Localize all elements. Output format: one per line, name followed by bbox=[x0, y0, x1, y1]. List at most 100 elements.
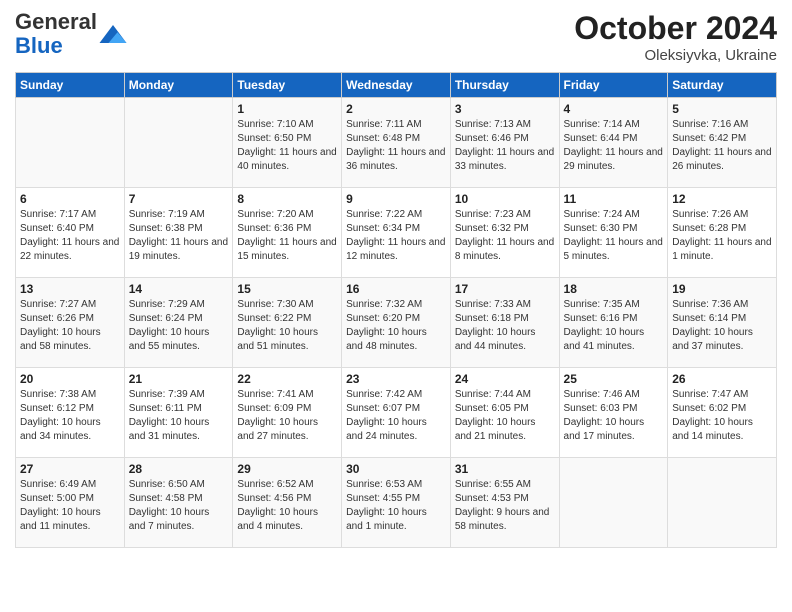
cell-content: Sunrise: 7:32 AM Sunset: 6:20 PM Dayligh… bbox=[346, 298, 446, 354]
cell-content: Sunrise: 7:47 AM Sunset: 6:02 PM Dayligh… bbox=[672, 388, 772, 444]
cell-content: Sunrise: 6:53 AM Sunset: 4:55 PM Dayligh… bbox=[346, 478, 446, 534]
calendar-cell: 11Sunrise: 7:24 AM Sunset: 6:30 PM Dayli… bbox=[559, 188, 668, 278]
calendar-cell: 5Sunrise: 7:16 AM Sunset: 6:42 PM Daylig… bbox=[668, 98, 777, 188]
calendar-cell: 14 Sunrise: 7:29 AM Sunset: 6:24 PM Dayli… bbox=[124, 278, 233, 368]
day-number: 12 bbox=[672, 192, 772, 206]
day-number: 14 bbox=[129, 282, 229, 296]
calendar-cell: 21Sunrise: 7:39 AM Sunset: 6:11 PM Dayli… bbox=[124, 368, 233, 458]
calendar-week-row: 1 Sunrise: 7:10 AM Sunset: 6:50 PM Daylig… bbox=[16, 98, 777, 188]
column-header-monday: Monday bbox=[124, 73, 233, 98]
day-number: 9 bbox=[346, 192, 446, 206]
cell-content: Sunrise: 7:38 AM Sunset: 6:12 PM Dayligh… bbox=[20, 388, 120, 444]
calendar-cell: 23 Sunrise: 7:42 AM Sunset: 6:07 PM Dayli… bbox=[342, 368, 451, 458]
cell-content: Sunrise: 7:35 AM Sunset: 6:16 PM Dayligh… bbox=[564, 298, 664, 354]
cell-content: Sunrise: 7:19 AM Sunset: 6:38 PM Dayligh… bbox=[129, 208, 229, 264]
day-number: 17 bbox=[455, 282, 555, 296]
calendar-cell: 18 Sunrise: 7:35 AM Sunset: 6:16 PM Dayli… bbox=[559, 278, 668, 368]
day-number: 4 bbox=[564, 102, 664, 116]
cell-content: Sunrise: 6:50 AM Sunset: 4:58 PM Dayligh… bbox=[129, 478, 229, 534]
cell-content: Sunrise: 7:13 AM Sunset: 6:46 PM Dayligh… bbox=[455, 118, 555, 174]
column-header-wednesday: Wednesday bbox=[342, 73, 451, 98]
cell-content: Sunrise: 7:10 AM Sunset: 6:50 PM Dayligh… bbox=[237, 118, 337, 174]
column-header-tuesday: Tuesday bbox=[233, 73, 342, 98]
day-number: 30 bbox=[346, 462, 446, 476]
calendar-cell bbox=[668, 458, 777, 548]
day-number: 13 bbox=[20, 282, 120, 296]
cell-content: Sunrise: 7:14 AM Sunset: 6:44 PM Dayligh… bbox=[564, 118, 664, 174]
cell-content: Sunrise: 7:11 AM Sunset: 6:48 PM Dayligh… bbox=[346, 118, 446, 174]
cell-content: Sunrise: 7:22 AM Sunset: 6:34 PM Dayligh… bbox=[346, 208, 446, 264]
cell-content: Sunrise: 6:49 AM Sunset: 5:00 PM Dayligh… bbox=[20, 478, 120, 534]
day-number: 15 bbox=[237, 282, 337, 296]
day-number: 28 bbox=[129, 462, 229, 476]
calendar-cell: 9 Sunrise: 7:22 AM Sunset: 6:34 PM Daylig… bbox=[342, 188, 451, 278]
calendar-cell bbox=[124, 98, 233, 188]
calendar-week-row: 13Sunrise: 7:27 AM Sunset: 6:26 PM Dayli… bbox=[16, 278, 777, 368]
day-number: 2 bbox=[346, 102, 446, 116]
column-header-sunday: Sunday bbox=[16, 73, 125, 98]
cell-content: Sunrise: 7:36 AM Sunset: 6:14 PM Dayligh… bbox=[672, 298, 772, 354]
calendar-cell: 22Sunrise: 7:41 AM Sunset: 6:09 PM Dayli… bbox=[233, 368, 342, 458]
calendar-cell: 17 Sunrise: 7:33 AM Sunset: 6:18 PM Dayli… bbox=[450, 278, 559, 368]
cell-content: Sunrise: 7:29 AM Sunset: 6:24 PM Dayligh… bbox=[129, 298, 229, 354]
cell-content: Sunrise: 7:24 AM Sunset: 6:30 PM Dayligh… bbox=[564, 208, 664, 264]
calendar-cell bbox=[16, 98, 125, 188]
calendar-cell: 2 Sunrise: 7:11 AM Sunset: 6:48 PM Daylig… bbox=[342, 98, 451, 188]
calendar-cell: 19 Sunrise: 7:36 AM Sunset: 6:14 PM Dayli… bbox=[668, 278, 777, 368]
day-number: 1 bbox=[237, 102, 337, 116]
cell-content: Sunrise: 7:44 AM Sunset: 6:05 PM Dayligh… bbox=[455, 388, 555, 444]
cell-content: Sunrise: 7:39 AM Sunset: 6:11 PM Dayligh… bbox=[129, 388, 229, 444]
cell-content: Sunrise: 7:30 AM Sunset: 6:22 PM Dayligh… bbox=[237, 298, 337, 354]
calendar-header-row: SundayMondayTuesdayWednesdayThursdayFrid… bbox=[16, 73, 777, 98]
calendar-cell: 16 Sunrise: 7:32 AM Sunset: 6:20 PM Dayli… bbox=[342, 278, 451, 368]
cell-content: Sunrise: 7:41 AM Sunset: 6:09 PM Dayligh… bbox=[237, 388, 337, 444]
cell-content: Sunrise: 6:52 AM Sunset: 4:56 PM Dayligh… bbox=[237, 478, 337, 534]
day-number: 26 bbox=[672, 372, 772, 386]
day-number: 18 bbox=[564, 282, 664, 296]
column-header-saturday: Saturday bbox=[668, 73, 777, 98]
day-number: 25 bbox=[564, 372, 664, 386]
cell-content: Sunrise: 7:46 AM Sunset: 6:03 PM Dayligh… bbox=[564, 388, 664, 444]
cell-content: Sunrise: 7:20 AM Sunset: 6:36 PM Dayligh… bbox=[237, 208, 337, 264]
cell-content: Sunrise: 6:55 AM Sunset: 4:53 PM Dayligh… bbox=[455, 478, 555, 534]
day-number: 10 bbox=[455, 192, 555, 206]
day-number: 6 bbox=[20, 192, 120, 206]
month-title: October 2024 bbox=[574, 10, 777, 47]
day-number: 27 bbox=[20, 462, 120, 476]
calendar-cell: 30 Sunrise: 6:53 AM Sunset: 4:55 PM Dayli… bbox=[342, 458, 451, 548]
cell-content: Sunrise: 7:42 AM Sunset: 6:07 PM Dayligh… bbox=[346, 388, 446, 444]
cell-content: Sunrise: 7:26 AM Sunset: 6:28 PM Dayligh… bbox=[672, 208, 772, 264]
calendar-cell: 26 Sunrise: 7:47 AM Sunset: 6:02 PM Dayli… bbox=[668, 368, 777, 458]
location: Oleksiyvka, Ukraine bbox=[574, 47, 777, 64]
calendar-cell: 31Sunrise: 6:55 AM Sunset: 4:53 PM Dayli… bbox=[450, 458, 559, 548]
calendar-cell: 15 Sunrise: 7:30 AM Sunset: 6:22 PM Dayli… bbox=[233, 278, 342, 368]
calendar-cell: 8Sunrise: 7:20 AM Sunset: 6:36 PM Daylig… bbox=[233, 188, 342, 278]
calendar-cell: 3Sunrise: 7:13 AM Sunset: 6:46 PM Daylig… bbox=[450, 98, 559, 188]
calendar-cell: 6 Sunrise: 7:17 AM Sunset: 6:40 PM Daylig… bbox=[16, 188, 125, 278]
calendar-cell: 24 Sunrise: 7:44 AM Sunset: 6:05 PM Dayli… bbox=[450, 368, 559, 458]
cell-content: Sunrise: 7:16 AM Sunset: 6:42 PM Dayligh… bbox=[672, 118, 772, 174]
logo-text: General Blue bbox=[15, 10, 97, 58]
calendar-cell: 28 Sunrise: 6:50 AM Sunset: 4:58 PM Dayli… bbox=[124, 458, 233, 548]
calendar-cell: 4 Sunrise: 7:14 AM Sunset: 6:44 PM Daylig… bbox=[559, 98, 668, 188]
calendar-cell: 10Sunrise: 7:23 AM Sunset: 6:32 PM Dayli… bbox=[450, 188, 559, 278]
column-header-friday: Friday bbox=[559, 73, 668, 98]
calendar-cell: 12 Sunrise: 7:26 AM Sunset: 6:28 PM Dayli… bbox=[668, 188, 777, 278]
day-number: 16 bbox=[346, 282, 446, 296]
title-section: October 2024 Oleksiyvka, Ukraine bbox=[574, 10, 777, 64]
logo-general: General bbox=[15, 9, 97, 34]
day-number: 20 bbox=[20, 372, 120, 386]
day-number: 19 bbox=[672, 282, 772, 296]
logo-icon bbox=[99, 25, 127, 43]
cell-content: Sunrise: 7:33 AM Sunset: 6:18 PM Dayligh… bbox=[455, 298, 555, 354]
day-number: 23 bbox=[346, 372, 446, 386]
page-header: General Blue October 2024 Oleksiyvka, Uk… bbox=[15, 10, 777, 64]
calendar-week-row: 6 Sunrise: 7:17 AM Sunset: 6:40 PM Daylig… bbox=[16, 188, 777, 278]
day-number: 29 bbox=[237, 462, 337, 476]
day-number: 24 bbox=[455, 372, 555, 386]
calendar-cell: 1 Sunrise: 7:10 AM Sunset: 6:50 PM Daylig… bbox=[233, 98, 342, 188]
calendar-cell: 25 Sunrise: 7:46 AM Sunset: 6:03 PM Dayli… bbox=[559, 368, 668, 458]
cell-content: Sunrise: 7:17 AM Sunset: 6:40 PM Dayligh… bbox=[20, 208, 120, 264]
logo-blue: Blue bbox=[15, 33, 63, 58]
calendar-cell: 27 Sunrise: 6:49 AM Sunset: 5:00 PM Dayli… bbox=[16, 458, 125, 548]
